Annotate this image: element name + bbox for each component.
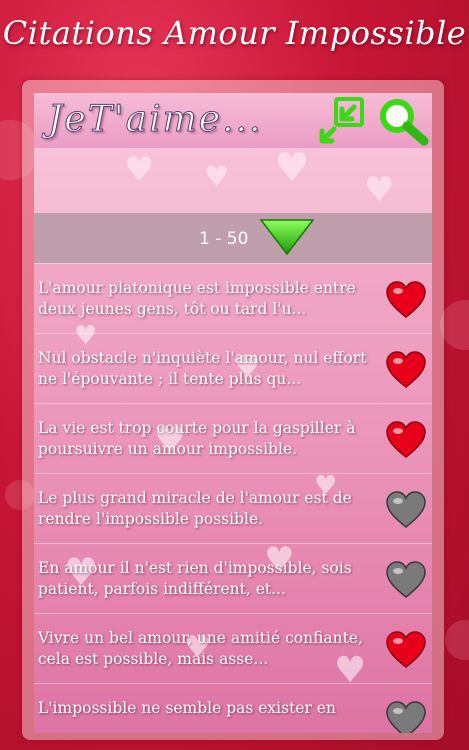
main-panel: ♥ ♥ ♥ ♥ ♥ ♥ ♥ ♥ ♥ ♥ ♥ ♥ JeT'aime... 1 - … — [34, 93, 432, 733]
quote-text: Nul obstacle n'inquiète l'amour, nul eff… — [38, 349, 367, 388]
bokeh-decoration — [440, 300, 469, 350]
chevron-down-icon[interactable] — [259, 218, 315, 256]
shrink-icon — [319, 97, 364, 144]
list-item[interactable]: Le plus grand miracle de l'amour est de … — [34, 473, 432, 544]
heart-favorite-icon[interactable] — [386, 631, 426, 669]
quote-text: Le plus grand miracle de l'amour est de … — [38, 489, 352, 528]
quote-text: L'impossible ne semble pas exister en — [38, 699, 336, 717]
search-button[interactable] — [376, 95, 429, 147]
heart-favorite-icon[interactable] — [386, 351, 426, 389]
app-title: Citations Amour Impossible — [2, 14, 467, 52]
banner-band — [34, 148, 432, 213]
list-item[interactable]: L'amour platonique est impossible entre … — [34, 263, 432, 334]
pager-bar[interactable]: 1 - 50 — [34, 213, 432, 263]
quote-text: En amour il n'est rien d'impossible, soi… — [38, 559, 352, 598]
toolbar: JeT'aime... — [34, 93, 432, 148]
logo-text: JeT'aime... — [47, 99, 263, 141]
list-item[interactable]: L'impossible ne semble pas exister en — [34, 683, 432, 733]
list-item[interactable]: Vivre un bel amour, une amitié confiante… — [34, 613, 432, 684]
heart-favorite-icon[interactable] — [386, 421, 426, 459]
pager-range: 1 - 50 — [199, 229, 249, 249]
list-item[interactable]: La vie est trop courte pour la gaspiller… — [34, 403, 432, 474]
bokeh-decoration — [445, 620, 469, 660]
heart-favorite-icon[interactable] — [386, 491, 426, 529]
quote-text: L'amour platonique est impossible entre … — [38, 279, 356, 318]
quote-text: Vivre un bel amour, une amitié confiante… — [38, 629, 363, 668]
heart-favorite-icon[interactable] — [386, 701, 426, 733]
search-icon — [380, 99, 429, 146]
quote-text: La vie est trop courte pour la gaspiller… — [38, 419, 356, 458]
shrink-button[interactable] — [316, 95, 368, 147]
heart-favorite-icon[interactable] — [386, 561, 426, 599]
list-item[interactable]: En amour il n'est rien d'impossible, soi… — [34, 543, 432, 614]
list-item[interactable]: Nul obstacle n'inquiète l'amour, nul eff… — [34, 333, 432, 404]
heart-favorite-icon[interactable] — [386, 281, 426, 319]
